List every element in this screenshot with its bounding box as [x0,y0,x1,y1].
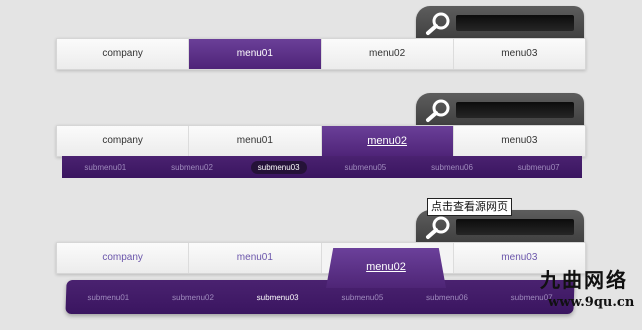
submenu-item-03-label: submenu03 [250,160,307,174]
search-input[interactable] [456,102,574,118]
submenu-item-02[interactable]: submenu02 [151,293,236,302]
menu-bar-1: company menu01 menu02 menu03 [56,38,586,70]
submenu-item-03[interactable]: submenu03 [235,293,320,302]
search-box[interactable] [416,93,584,127]
menu-item-menu01[interactable]: menu01 [189,126,322,156]
submenu-item-06[interactable]: submenu06 [409,163,496,172]
menu-item-menu01[interactable]: menu01 [189,243,322,273]
menu-item-menu03[interactable]: menu03 [453,126,585,156]
submenu-bar-3: submenu01 submenu02 submenu03 submenu05 … [65,280,575,314]
menu-item-company[interactable]: company [57,243,190,273]
menu-item-company[interactable]: company [57,39,190,69]
submenu-item-02[interactable]: submenu02 [149,163,236,172]
search-box[interactable] [416,6,584,40]
submenu-item-01[interactable]: submenu01 [62,163,149,172]
search-input[interactable] [456,219,574,235]
search-icon[interactable] [424,214,454,240]
view-source-tooltip[interactable]: 点击查看源网页 [427,198,512,216]
menu-bar-3: company menu01 menu03 [56,242,586,274]
submenu-item-07[interactable]: submenu07 [495,163,582,172]
search-icon[interactable] [424,10,454,36]
search-icon[interactable] [424,97,454,123]
watermark-name: 九曲网络 [540,268,628,292]
submenu-item-05[interactable]: submenu05 [322,163,409,172]
submenu-item-05[interactable]: submenu05 [320,293,405,302]
search-input[interactable] [456,15,574,31]
menu-item-menu02[interactable]: menu02 [326,248,446,288]
menu-item-menu03[interactable]: menu03 [453,39,585,69]
submenu-item-06[interactable]: submenu06 [405,293,490,302]
submenu-bar-2: submenu01 submenu02 submenu03 submenu05 … [62,156,582,178]
submenu-item-01[interactable]: submenu01 [66,293,151,302]
watermark-url: www.9qu.cn [548,295,635,310]
submenu-item-03[interactable]: submenu03 [235,160,322,174]
menu-bar-2: company menu01 menu02 menu03 [56,125,586,157]
menu-item-menu01[interactable]: menu01 [189,39,322,69]
menu-item-menu02[interactable]: menu02 [321,39,454,69]
menu-item-menu02[interactable]: menu02 [321,126,454,156]
menu-item-company[interactable]: company [57,126,190,156]
